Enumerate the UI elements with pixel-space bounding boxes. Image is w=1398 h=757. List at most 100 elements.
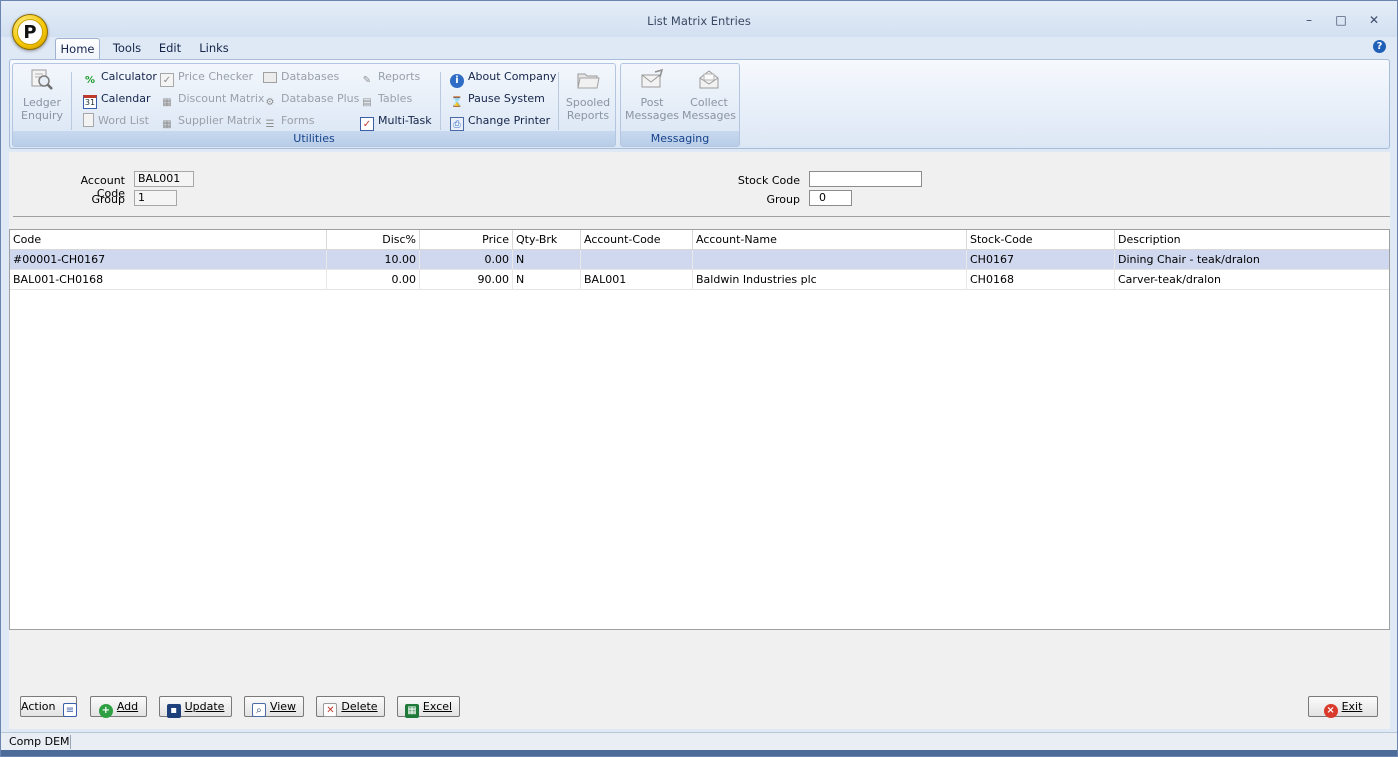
percent-icon: %: [84, 75, 96, 86]
forms-button[interactable]: ☰ Forms: [263, 113, 315, 130]
calendar-button[interactable]: 31 Calendar: [83, 91, 150, 109]
databases-button[interactable]: Databases: [263, 69, 339, 85]
maximize-button[interactable]: □: [1330, 11, 1352, 29]
cell-price: 0.00: [420, 250, 513, 270]
exit-label: Exit: [1341, 700, 1363, 713]
cell-account-name: Baldwin Industries plc: [693, 270, 967, 290]
cell-account-name: [693, 250, 967, 270]
stock-code-label: Stock Code: [737, 174, 800, 187]
tab-links[interactable]: Links: [195, 38, 233, 60]
table-icon: ▤: [362, 97, 372, 108]
app-menu-button[interactable]: P: [12, 14, 48, 50]
change-printer-button[interactable]: ⎙ Change Printer: [450, 113, 550, 131]
cell-code: #00001-CH0167: [10, 250, 327, 270]
filter-divider: [13, 216, 1390, 217]
app-window: List Matrix Entries – □ ✕ P Home Tools E…: [0, 0, 1398, 757]
view-label: View: [269, 700, 297, 713]
exit-button[interactable]: × Exit: [1308, 696, 1378, 718]
cell-stock-code: CH0167: [967, 250, 1115, 270]
calculator-label: Calculator: [101, 70, 157, 83]
database-plus-button[interactable]: ⚙ Database Plus: [263, 91, 360, 108]
account-code-field[interactable]: BAL001: [134, 171, 194, 187]
supplier-matrix-label: Supplier Matrix: [178, 114, 262, 127]
multi-task-button[interactable]: ✓ Multi-Task: [360, 113, 432, 131]
spooled-reports-button[interactable]: Spooled Reports: [563, 68, 613, 122]
database-plus-label: Database Plus: [281, 92, 360, 105]
open-envelope-icon: [699, 70, 719, 89]
table-row[interactable]: BAL001-CH0168 0.00 90.00 N BAL001 Baldwi…: [10, 270, 1389, 290]
tab-tools[interactable]: Tools: [107, 38, 147, 60]
stock-code-input[interactable]: [809, 171, 922, 187]
group-right-input[interactable]: 0: [809, 190, 852, 206]
column-header-qty-brk[interactable]: Qty-Brk: [513, 230, 581, 250]
cell-account-code: [581, 250, 693, 270]
reports-icon: ✎: [362, 75, 372, 86]
tables-button[interactable]: ▤ Tables: [360, 91, 413, 108]
excel-button[interactable]: ▦ Excel: [397, 696, 460, 718]
cell-price: 90.00: [420, 270, 513, 290]
delete-label: Delete: [341, 700, 378, 713]
column-header-account-name[interactable]: Account-Name: [693, 230, 967, 250]
checklist-icon: ✓: [160, 73, 174, 87]
cell-qty-brk: N: [513, 270, 581, 290]
add-button[interactable]: + Add: [90, 696, 147, 718]
reports-button[interactable]: ✎ Reports: [360, 69, 420, 86]
messaging-group-label: Messaging: [621, 131, 739, 146]
ledger-enquiry-button[interactable]: Ledger Enquiry: [17, 68, 67, 122]
collect-messages-button[interactable]: Collect Messages: [682, 68, 736, 122]
ledger-enquiry-label-2: Enquiry: [21, 109, 63, 122]
close-button[interactable]: ✕: [1363, 11, 1385, 29]
cell-disc: 0.00: [327, 270, 420, 290]
column-header-code[interactable]: Code: [10, 230, 327, 250]
update-button[interactable]: ▪ Update: [159, 696, 232, 718]
magnifier-icon: [31, 69, 53, 90]
post-envelope-icon: [641, 68, 664, 88]
column-header-description[interactable]: Description: [1115, 230, 1389, 250]
about-company-label: About Company: [468, 70, 557, 83]
column-header-account-code[interactable]: Account-Code: [581, 230, 693, 250]
delete-button[interactable]: ✕ Delete: [316, 696, 385, 717]
post-messages-label-1: Post: [640, 96, 664, 109]
cell-code: BAL001-CH0168: [10, 270, 327, 290]
pause-system-button[interactable]: ⌛ Pause System: [450, 91, 545, 108]
table-row[interactable]: #00001-CH0167 10.00 0.00 N CH0167 Dining…: [10, 250, 1389, 270]
column-header-disc[interactable]: Disc%: [327, 230, 420, 250]
multitask-icon: ✓: [360, 117, 374, 131]
list-icon: ≡: [62, 703, 77, 717]
about-company-button[interactable]: i About Company: [450, 69, 557, 88]
discount-matrix-button[interactable]: ▦ Discount Matrix: [160, 91, 264, 108]
supplier-matrix-button[interactable]: ▦ Supplier Matrix: [160, 113, 262, 130]
post-messages-label-2: Messages: [625, 109, 679, 122]
matrix-entries-grid[interactable]: Code Disc% Price Qty-Brk Account-Code Ac…: [9, 229, 1390, 630]
word-list-button[interactable]: Word List: [83, 113, 149, 129]
status-company: Comp DEM: [5, 735, 71, 749]
utilities-group: Ledger Enquiry % Calculator 31 Calendar Wo…: [12, 63, 616, 147]
tables-label: Tables: [378, 92, 413, 105]
forms-label: Forms: [281, 114, 315, 127]
tab-edit[interactable]: Edit: [153, 38, 187, 60]
utilities-group-label: Utilities: [13, 131, 615, 146]
status-bar: Comp DEM: [1, 732, 1397, 750]
price-checker-button[interactable]: ✓ Price Checker: [160, 69, 253, 87]
tab-home[interactable]: Home: [55, 38, 100, 60]
excel-icon: ▦: [404, 704, 419, 718]
action-button[interactable]: Action ≡: [20, 696, 77, 717]
cell-account-code: BAL001: [581, 270, 693, 290]
column-header-price[interactable]: Price: [420, 230, 513, 250]
title-bar: List Matrix Entries – □ ✕: [1, 1, 1397, 37]
post-messages-button[interactable]: Post Messages: [625, 68, 679, 122]
ribbon-separator: [71, 72, 72, 130]
group-left-field[interactable]: 1: [134, 190, 177, 206]
add-icon: +: [98, 704, 113, 718]
column-header-stock-code[interactable]: Stock-Code: [967, 230, 1115, 250]
calendar-icon: 31: [83, 95, 97, 109]
pause-icon: ⌛: [450, 97, 464, 108]
help-icon[interactable]: ?: [1373, 40, 1386, 53]
minimize-button[interactable]: –: [1298, 11, 1320, 29]
document-icon: [83, 113, 94, 127]
app-logo-icon: P: [17, 19, 43, 45]
ribbon: Ledger Enquiry % Calculator 31 Calendar Wo…: [9, 59, 1390, 149]
calculator-button[interactable]: % Calculator: [83, 69, 157, 86]
view-button[interactable]: ⌕ View: [244, 696, 304, 717]
save-icon: ▪: [166, 704, 181, 718]
